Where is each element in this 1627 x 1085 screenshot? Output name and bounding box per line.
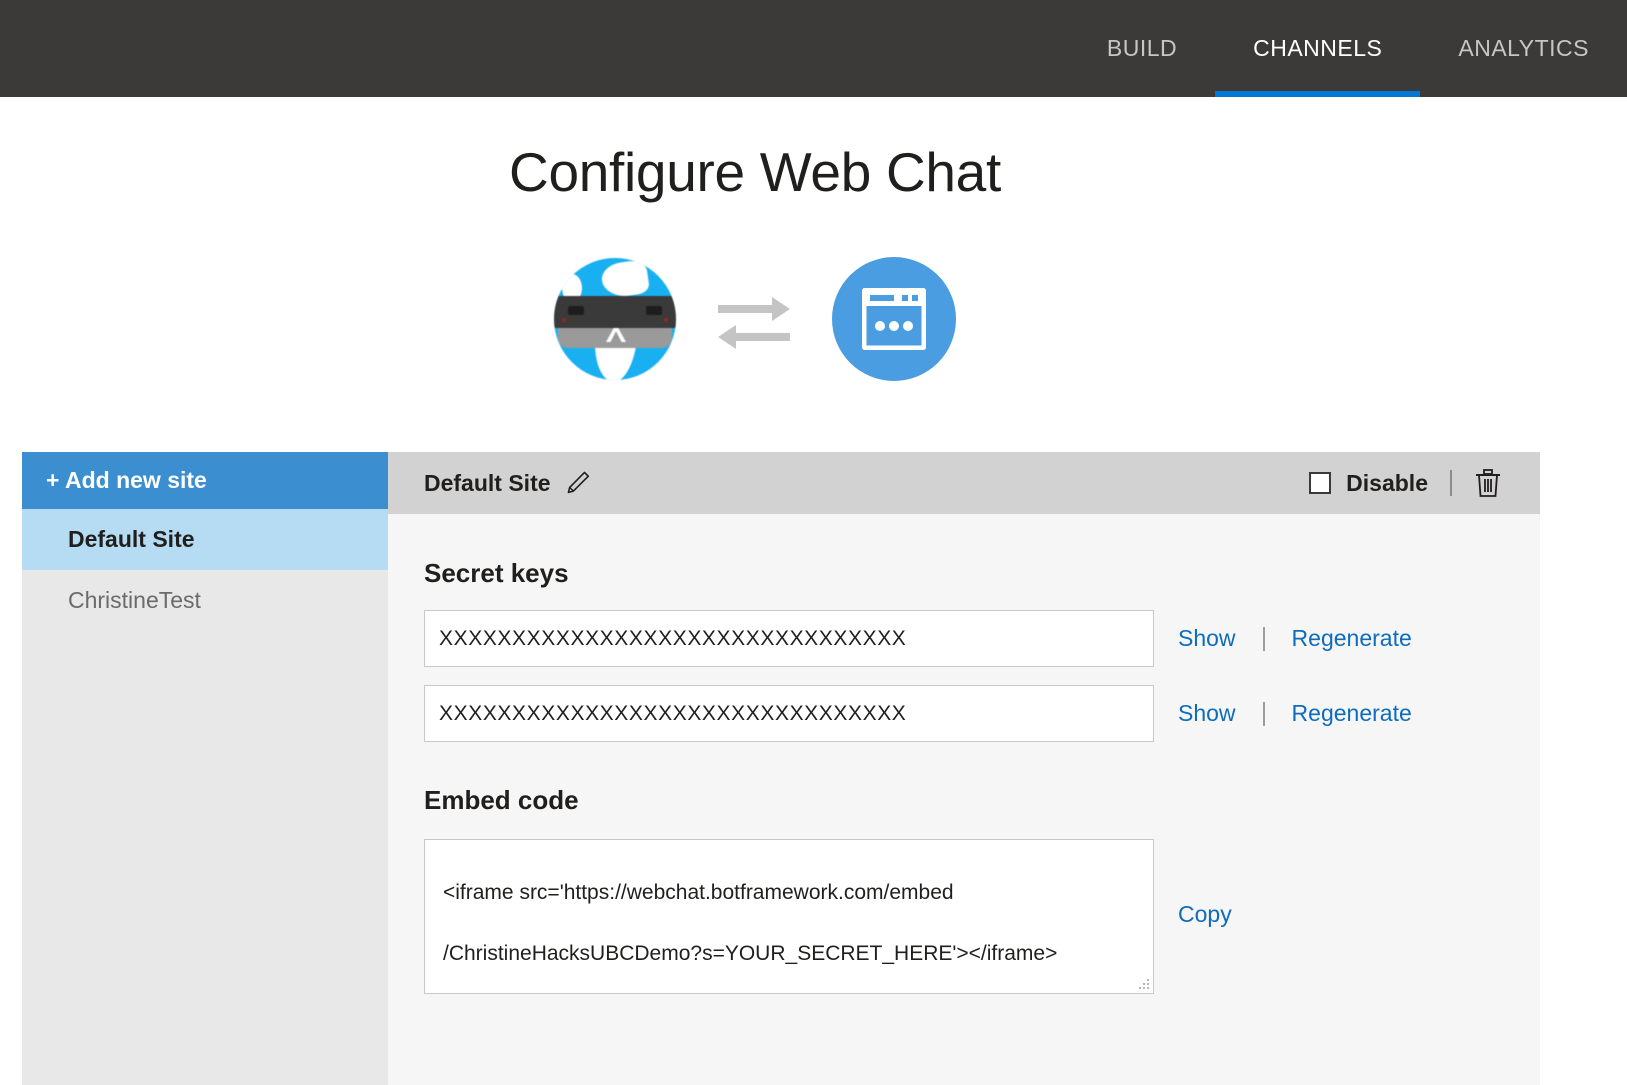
regenerate-secret-key-link-2[interactable]: Regenerate: [1292, 700, 1412, 727]
embed-code-row: <iframe src='https://webchat.botframewor…: [424, 839, 1540, 994]
add-new-site-label: + Add new site: [46, 467, 207, 493]
show-secret-key-link-2[interactable]: Show: [1178, 700, 1236, 727]
secret-key-actions: Show Regenerate: [1178, 700, 1412, 727]
site-list-sidebar: + Add new site Default Site ChristineTes…: [22, 452, 388, 1085]
tab-analytics-label: ANALYTICS: [1458, 35, 1589, 61]
page-title: Configure Web Chat: [509, 141, 1001, 203]
trash-icon[interactable]: [1474, 468, 1502, 498]
disable-group: Disable: [1309, 470, 1428, 497]
secret-key-row: Show Regenerate: [424, 610, 1540, 667]
copy-embed-code-link[interactable]: Copy: [1178, 901, 1232, 928]
site-detail-title: Default Site: [424, 469, 551, 496]
embed-code-textarea[interactable]: <iframe src='https://webchat.botframewor…: [424, 839, 1154, 994]
resize-grip-handle[interactable]: [1139, 979, 1150, 990]
tab-build-label: BUILD: [1106, 35, 1178, 61]
site-list-item-default-site[interactable]: Default Site: [22, 509, 388, 570]
web-chat-channel-icon: [832, 257, 956, 381]
site-list-item-label: Default Site: [68, 526, 195, 552]
visor-lens-left: [568, 306, 584, 315]
visor-indicator-right: [664, 318, 668, 322]
action-divider: [1262, 626, 1265, 651]
secret-keys-label: Secret keys: [424, 558, 569, 588]
tab-build[interactable]: BUILD: [1069, 0, 1215, 97]
site-detail-panel: Default Site Disable Secret keys XXXXXXX…: [388, 452, 1540, 1085]
show-secret-key-link-1[interactable]: Show: [1178, 625, 1236, 652]
tab-channels-label: CHANNELS: [1253, 35, 1383, 61]
secret-key-row: Show Regenerate: [424, 685, 1540, 742]
embed-code-label: Embed code: [424, 785, 579, 815]
tab-analytics[interactable]: ANALYTICS: [1420, 0, 1627, 97]
secret-key-input-2[interactable]: [424, 685, 1154, 742]
regenerate-secret-key-link-1[interactable]: Regenerate: [1292, 625, 1412, 652]
secret-key-input-1[interactable]: [424, 610, 1154, 667]
tab-channels[interactable]: CHANNELS: [1215, 0, 1421, 97]
embed-code-wrapper: <iframe src='https://webchat.botframewor…: [424, 839, 1154, 994]
secret-key-actions: Show Regenerate: [1178, 625, 1412, 652]
disable-checkbox[interactable]: [1309, 472, 1332, 494]
nav-items: BUILD CHANNELS ANALYTICS: [1069, 0, 1627, 97]
header-divider: [1450, 470, 1452, 496]
bot-avatar-icon: [554, 258, 676, 380]
site-detail-header: Default Site Disable: [388, 452, 1540, 514]
exchange-arrows-icon: [716, 289, 792, 349]
visor-lens-right: [646, 306, 662, 315]
add-new-site-button[interactable]: + Add new site: [22, 452, 388, 509]
action-divider: [1262, 701, 1265, 726]
site-detail-body: Secret keys Show Regenerate Show Regener…: [388, 514, 1540, 994]
channel-graphic: [0, 257, 1510, 381]
globe-landmass-north: [599, 258, 651, 300]
pencil-icon[interactable]: [565, 470, 591, 496]
disable-label: Disable: [1346, 469, 1428, 496]
visor-band: [554, 296, 676, 328]
site-list-item-christinetest[interactable]: ChristineTest: [22, 570, 388, 631]
top-navigation-bar: BUILD CHANNELS ANALYTICS: [0, 0, 1627, 97]
visor-indicator-left: [562, 318, 566, 322]
site-list-item-label: ChristineTest: [68, 587, 201, 613]
